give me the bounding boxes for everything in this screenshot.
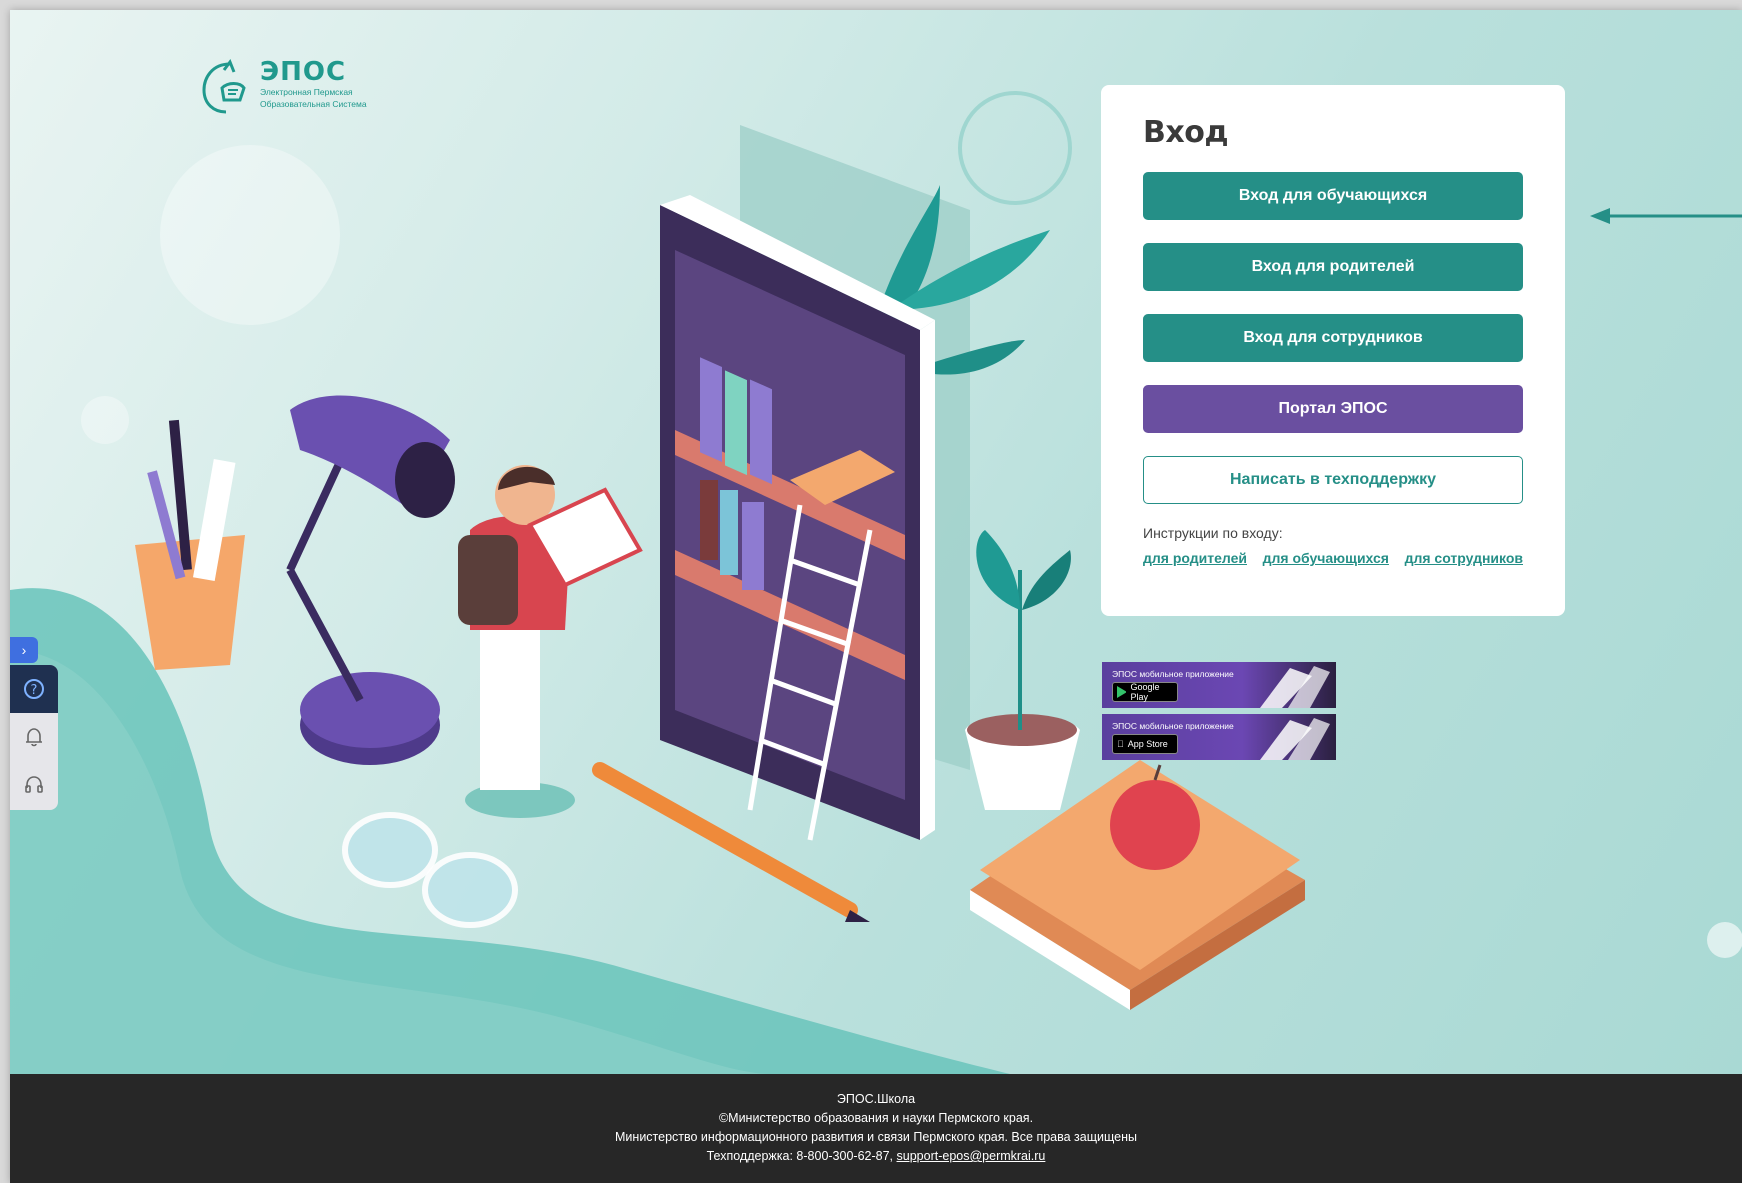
footer-support-email-link[interactable]: support-epos@permkrai.ru bbox=[897, 1149, 1046, 1163]
epos-logo[interactable]: ЭПОС Электронная Пермская Образовательна… bbox=[200, 58, 367, 118]
logo-subtitle-line1: Электронная Пермская bbox=[260, 87, 353, 97]
login-title: Вход bbox=[1143, 115, 1229, 150]
support-button[interactable]: Написать в техподдержку bbox=[1143, 456, 1523, 504]
staff-login-button[interactable]: Вход для сотрудников bbox=[1143, 314, 1523, 362]
phones-image-icon bbox=[1260, 666, 1330, 708]
page-frame: ЭПОС Электронная Пермская Образовательна… bbox=[10, 10, 1742, 1183]
google-play-store-button: Google Play bbox=[1112, 682, 1178, 702]
google-play-caption: ЭПОС мобильное приложение bbox=[1112, 669, 1234, 679]
instruction-link-staff[interactable]: для сотрудников bbox=[1405, 550, 1523, 566]
instructions-label: Инструкции по входу: bbox=[1143, 525, 1283, 541]
arrow-left-icon bbox=[1590, 208, 1742, 224]
instruction-links: для родителей для обучающихся для сотруд… bbox=[1143, 550, 1523, 566]
side-toolbar: ? bbox=[10, 665, 58, 810]
svg-text:?: ? bbox=[31, 683, 38, 698]
deco-circle bbox=[160, 145, 340, 325]
students-login-button[interactable]: Вход для обучающихся bbox=[1143, 172, 1523, 220]
logo-text: ЭПОС Электронная Пермская Образовательна… bbox=[260, 58, 367, 110]
parents-login-button[interactable]: Вход для родителей bbox=[1143, 243, 1523, 291]
footer-support-phone: Техподдержка: 8-800-300-62-87, bbox=[706, 1149, 894, 1163]
epos-portal-button[interactable]: Портал ЭПОС bbox=[1143, 385, 1523, 433]
support-chat-button[interactable] bbox=[10, 761, 58, 809]
sidebar-toggle-button[interactable]: › bbox=[10, 637, 38, 663]
phones-image-icon bbox=[1260, 718, 1330, 760]
footer-support-line: Техподдержка: 8-800-300-62-87, support-e… bbox=[10, 1147, 1742, 1166]
footer-line-ministry-it: Министерство информационного развития и … bbox=[615, 1130, 1137, 1144]
apple-icon:  bbox=[1117, 739, 1124, 749]
google-play-store-label: Google Play bbox=[1130, 682, 1160, 702]
google-play-badge[interactable]: ЭПОС мобильное приложение Google Play bbox=[1102, 662, 1336, 708]
app-store-label: App Store bbox=[1121, 739, 1168, 749]
help-icon: ? bbox=[24, 679, 44, 699]
footer-line-brand: ЭПОС.Школа bbox=[836, 1092, 916, 1106]
deco-ring bbox=[958, 91, 1072, 205]
logo-subtitle-line2: Образовательная Система bbox=[260, 99, 367, 109]
footer-line-ministry-education: ©Министерство образования и науки Пермск… bbox=[718, 1111, 1034, 1125]
headset-icon bbox=[25, 776, 43, 793]
instruction-link-parents[interactable]: для родителей bbox=[1143, 550, 1247, 566]
notifications-button[interactable] bbox=[10, 713, 58, 761]
bell-icon bbox=[26, 728, 42, 747]
app-store-badge[interactable]: ЭПОС мобильное приложение  App Store bbox=[1102, 714, 1336, 760]
footer: ЭПОС.Школа ©Министерство образования и н… bbox=[10, 1074, 1742, 1183]
login-card: Вход Вход для обучающихся Вход для родит… bbox=[1101, 85, 1565, 616]
hero-area: ЭПОС Электронная Пермская Образовательна… bbox=[10, 10, 1742, 1074]
app-store-button:  App Store bbox=[1112, 734, 1178, 754]
logo-title: ЭПОС bbox=[260, 57, 347, 87]
google-play-icon bbox=[1117, 686, 1127, 698]
instruction-link-students[interactable]: для обучающихся bbox=[1263, 550, 1389, 566]
app-store-caption: ЭПОС мобильное приложение bbox=[1112, 721, 1234, 731]
help-button[interactable]: ? bbox=[10, 665, 58, 713]
logo-cat-icon bbox=[202, 58, 246, 114]
